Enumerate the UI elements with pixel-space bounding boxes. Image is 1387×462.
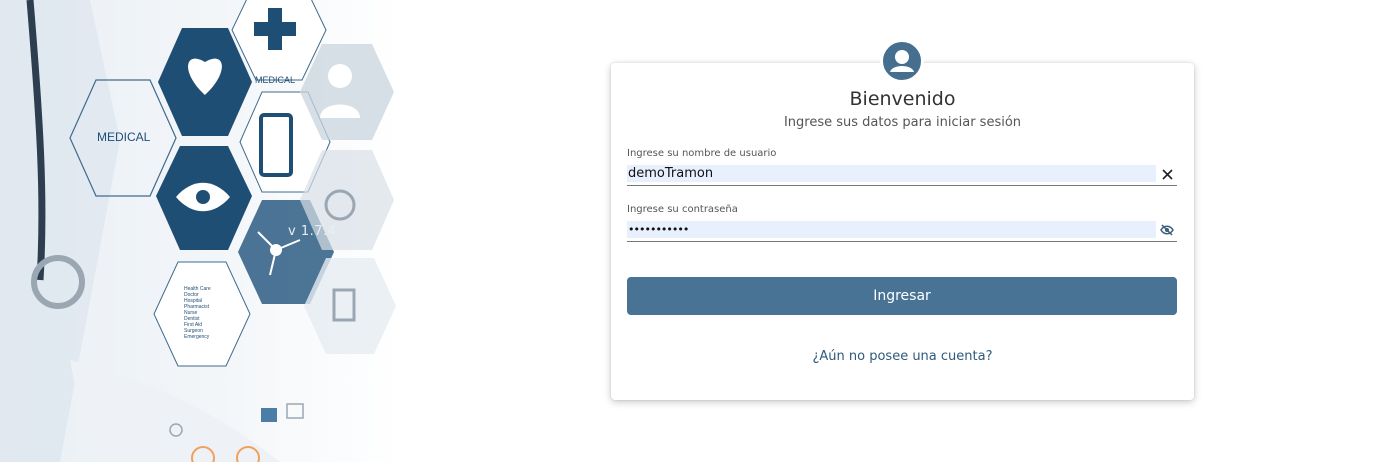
medical-hexagon-graphic	[0, 0, 396, 462]
welcome-title: Bienvenido	[849, 88, 956, 110]
user-circle-icon	[880, 39, 924, 83]
username-label: Ingrese su nombre de usuario	[627, 148, 777, 159]
password-input[interactable]: •••••••••••	[627, 221, 1156, 238]
person-icon	[328, 64, 352, 88]
login-subtitle: Ingrese sus datos para iniciar sesión	[783, 115, 1022, 130]
username-input[interactable]	[627, 165, 1156, 182]
monitor-icon	[286, 403, 304, 419]
password-row: •••••••••••	[627, 221, 1177, 242]
register-link[interactable]: ¿Aún no posee una cuenta?	[611, 349, 1194, 364]
hex-list-item: Emergency	[184, 334, 210, 340]
hex-list: Health Care Doctor Hospital Pharmacist N…	[184, 286, 211, 340]
password-label: Ingrese su contraseña	[627, 204, 738, 215]
login-page: MEDICAL MEDICAL Health Care Doctor Hospi…	[0, 0, 1387, 462]
close-icon[interactable]	[1159, 166, 1175, 182]
eye-off-icon[interactable]	[1159, 222, 1175, 238]
mail-icon	[261, 408, 277, 422]
hero-illustration: MEDICAL MEDICAL Health Care Doctor Hospi…	[0, 0, 400, 462]
username-row	[627, 165, 1177, 186]
login-card: Bienvenido Ingrese sus datos para inicia…	[611, 63, 1194, 400]
hex-label-medical-small: MEDICAL	[255, 75, 296, 85]
version-label: v 1.7.4	[288, 224, 337, 239]
password-field: Ingrese su contraseña •••••••••••	[627, 204, 1177, 242]
username-field: Ingrese su nombre de usuario	[627, 148, 1177, 186]
login-button[interactable]: Ingresar	[627, 277, 1177, 315]
hex-label-medical: MEDICAL	[97, 130, 151, 144]
